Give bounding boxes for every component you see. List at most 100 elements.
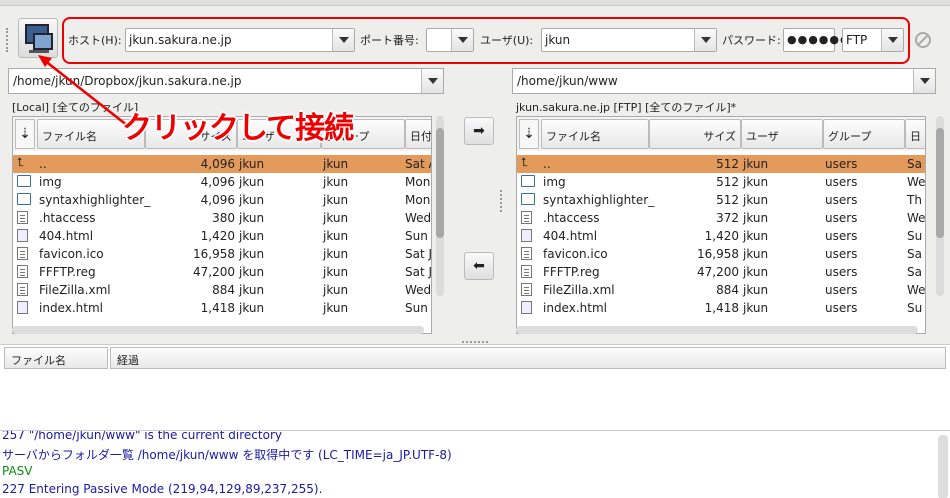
scroll-thumb[interactable]: [436, 128, 444, 238]
folder-icon: [521, 175, 535, 187]
cell-group: users: [825, 211, 858, 225]
chevron-down-icon[interactable]: [694, 29, 716, 51]
queue-col-progress[interactable]: 経過: [110, 347, 946, 369]
cell-size: 884: [716, 283, 739, 297]
local-horizontal-scrollbar[interactable]: [12, 326, 424, 334]
remote-pane-label: jkun.sakura.ne.jp [FTP] [全てのファイル]*: [516, 101, 737, 114]
html-file-icon: [17, 229, 28, 242]
file-icon: [17, 247, 28, 260]
table-row[interactable]: FileZilla.xml 884 jkun users We: [517, 281, 925, 299]
cell-name: favicon.ico: [39, 247, 104, 261]
cell-user: jkun: [743, 157, 769, 171]
cell-name: FFFTP.reg: [39, 265, 96, 279]
table-row[interactable]: FileZilla.xml 884 jkun jkun Wed: [13, 281, 431, 299]
log-line: サーバからフォルダ一覧 /home/jkun/www を取得中です (LC_TI…: [2, 448, 452, 462]
cell-size: 1,418: [200, 301, 235, 315]
queue-col-filename[interactable]: ファイル名: [4, 347, 108, 369]
local-path: /home/jkun/Dropbox/jkun.sakura.ne.jp: [13, 74, 242, 88]
chevron-down-icon[interactable]: [451, 29, 473, 51]
cell-name: index.html: [39, 301, 103, 315]
local-path-input[interactable]: /home/jkun/Dropbox/jkun.sakura.ne.jp: [8, 68, 444, 94]
file-icon: [521, 211, 532, 224]
upload-button[interactable]: ➡: [464, 117, 494, 145]
host-label: ホスト(H):: [68, 34, 122, 47]
table-row[interactable]: img 4,096 jkun jkun Mon: [13, 173, 431, 191]
cell-group: users: [825, 247, 858, 261]
html-file-icon: [521, 301, 532, 314]
annotation-text: クリックして接続: [122, 111, 354, 146]
table-row[interactable]: syntaxhighlighter_ 512 jkun users Th: [517, 191, 925, 209]
folder-icon: [521, 193, 535, 205]
cell-user: jkun: [239, 211, 265, 225]
local-vertical-scrollbar[interactable]: [436, 116, 444, 296]
table-row[interactable]: FFFTP.reg 47,200 jkun jkun Sat J: [13, 263, 431, 281]
cell-size: 1,420: [704, 229, 739, 243]
table-row[interactable]: favicon.ico 16,958 jkun users Sa: [517, 245, 925, 263]
chevron-down-icon[interactable]: [913, 69, 935, 93]
parent-dir-icon: ⮤: [17, 155, 25, 169]
remote-horizontal-scrollbar[interactable]: [516, 326, 918, 334]
col-user[interactable]: ユーザ: [741, 119, 823, 149]
download-button[interactable]: ⬅: [464, 252, 494, 280]
connect-button[interactable]: [18, 18, 58, 58]
cell-group: jkun: [323, 283, 349, 297]
cell-size: 1,420: [200, 229, 235, 243]
table-row[interactable]: 404.html 1,420 jkun users Su: [517, 227, 925, 245]
cell-group: users: [825, 265, 858, 279]
host-value: jkun.sakura.ne.jp: [129, 33, 232, 47]
folder-icon: [17, 175, 31, 187]
chevron-down-icon[interactable]: [881, 29, 903, 51]
remote-path-input[interactable]: /home/jkun/www: [512, 68, 936, 94]
cell-date: Wed: [405, 211, 432, 225]
chevron-down-icon[interactable]: [421, 69, 443, 93]
stop-icon[interactable]: [915, 32, 931, 48]
queue-splitter[interactable]: [462, 341, 488, 343]
protocol-select[interactable]: FTP: [842, 28, 904, 52]
col-size[interactable]: サイズ: [649, 119, 741, 149]
local-file-list[interactable]: ⇣ ファイル名 サイズ ユーザ グループ 日付 ⮤.. 4,096 jkun jkun…: [12, 116, 432, 334]
cell-name: ..: [39, 157, 47, 171]
table-row[interactable]: favicon.ico 16,958 jkun jkun Sat J: [13, 245, 431, 263]
chevron-down-icon[interactable]: [332, 29, 354, 51]
password-input[interactable]: ●●●●●●●: [783, 28, 860, 52]
toolbar-grip[interactable]: [6, 28, 8, 52]
cell-group: jkun: [323, 175, 349, 189]
table-row[interactable]: ⮤.. 512 jkun users Sa: [517, 155, 925, 173]
table-row[interactable]: img 512 jkun users We: [517, 173, 925, 191]
sort-icon[interactable]: ⇣: [519, 119, 539, 149]
col-date[interactable]: 日付: [405, 119, 431, 149]
table-row[interactable]: .htaccess 372 jkun users We: [517, 209, 925, 227]
cell-name: 404.html: [543, 229, 598, 243]
cell-name: img: [39, 175, 62, 189]
cell-size: 47,200: [193, 265, 235, 279]
user-input[interactable]: jkun: [541, 28, 717, 52]
table-row[interactable]: index.html 1,418 jkun jkun Sun J: [13, 299, 431, 317]
scroll-thumb[interactable]: [936, 128, 944, 238]
remote-vertical-scrollbar[interactable]: [936, 116, 944, 296]
pane-splitter[interactable]: [500, 190, 502, 212]
transfer-queue[interactable]: ファイル名 経過: [0, 344, 950, 430]
cell-size: 884: [212, 283, 235, 297]
host-input[interactable]: jkun.sakura.ne.jp: [125, 28, 355, 52]
table-row[interactable]: .htaccess 380 jkun jkun Wed: [13, 209, 431, 227]
cell-name: FileZilla.xml: [543, 283, 615, 297]
file-icon: [17, 265, 28, 278]
table-row[interactable]: FFFTP.reg 47,200 jkun users Sa: [517, 263, 925, 281]
cell-user: jkun: [743, 247, 769, 261]
cell-group: users: [825, 301, 858, 315]
table-row[interactable]: index.html 1,418 jkun users Su: [517, 299, 925, 317]
col-group[interactable]: グループ: [823, 119, 905, 149]
port-input[interactable]: [426, 28, 474, 52]
table-row[interactable]: ⮤.. 4,096 jkun jkun Sat A: [13, 155, 431, 173]
col-date[interactable]: 日: [905, 119, 925, 149]
html-file-icon: [521, 229, 532, 242]
table-row[interactable]: 404.html 1,420 jkun jkun Sun J: [13, 227, 431, 245]
log-scrollbar[interactable]: [938, 435, 948, 498]
sort-icon[interactable]: ⇣: [15, 119, 35, 149]
cell-group: jkun: [323, 265, 349, 279]
message-log[interactable]: 257 "/home/jkun/www" is the current dire…: [0, 430, 950, 498]
remote-file-list[interactable]: ⇣ ファイル名 サイズ ユーザ グループ 日 ⮤.. 512 jkun users Sa…: [516, 116, 926, 334]
col-filename[interactable]: ファイル名: [541, 119, 649, 149]
table-row[interactable]: syntaxhighlighter_ 4,096 jkun jkun Mon: [13, 191, 431, 209]
cell-size: 4,096: [200, 157, 235, 171]
